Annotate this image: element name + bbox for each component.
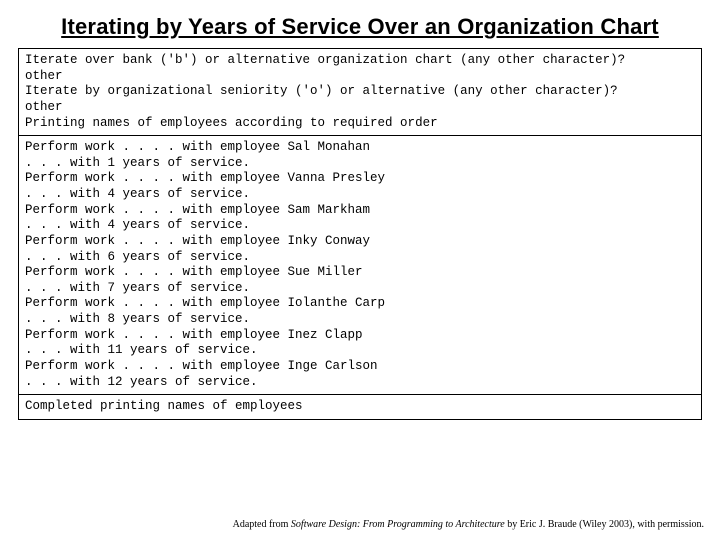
- footer-book-title: Software Design: From Programming to Arc…: [291, 519, 505, 530]
- completion-section: Completed printing names of employees: [19, 395, 701, 419]
- attribution-footer: Adapted from Software Design: From Progr…: [233, 519, 704, 530]
- page-title: Iterating by Years of Service Over an Or…: [18, 14, 702, 40]
- footer-suffix: by Eric J. Braude (Wiley 2003), with per…: [505, 519, 704, 530]
- output-box: Iterate over bank ('b') or alternative o…: [18, 48, 702, 420]
- prompt-section: Iterate over bank ('b') or alternative o…: [19, 49, 701, 135]
- employee-output-section: Perform work . . . . with employee Sal M…: [19, 136, 701, 394]
- footer-prefix: Adapted from: [233, 519, 291, 530]
